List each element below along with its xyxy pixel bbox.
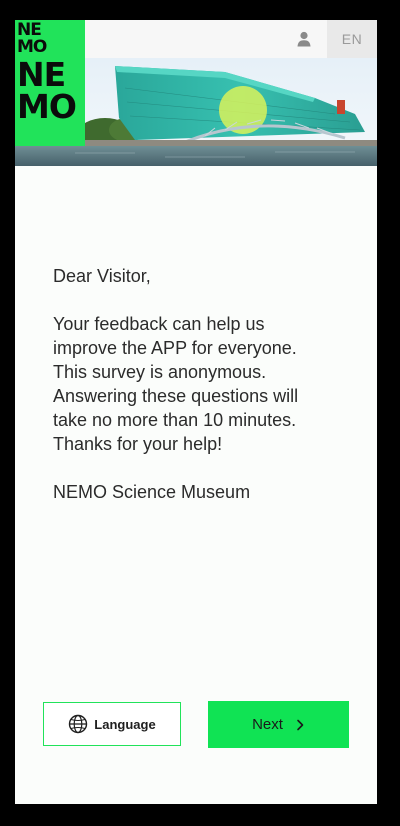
next-button[interactable]: Next (208, 701, 349, 748)
next-button-label: Next (252, 716, 283, 733)
survey-screen: EN NE MO NE MO Dear Visitor, Your feedba… (15, 20, 377, 804)
logo-row-2: MO (17, 37, 47, 57)
user-icon (297, 31, 311, 47)
intro-line: Your feedback can help us (53, 314, 265, 334)
intro-line: Thanks for your help! (53, 434, 223, 454)
language-button[interactable]: Language (43, 702, 181, 746)
greeting: Dear Visitor, (53, 266, 151, 286)
intro-text: Dear Visitor, Your feedback can help us … (53, 264, 363, 504)
chevron-right-icon (297, 719, 304, 730)
language-button-label: Language (94, 716, 156, 732)
nemo-logo: NE MO NE MO (15, 20, 85, 146)
logo-row-4: MO (17, 87, 77, 126)
language-code: EN (341, 31, 363, 47)
intro-line: improve the APP for everyone. (53, 338, 297, 358)
intro-body: Your feedback can help us improve the AP… (53, 312, 363, 456)
signature: NEMO Science Museum (53, 482, 251, 502)
intro-line: take no more than 10 minutes. (53, 410, 297, 430)
language-switch-button[interactable]: EN (327, 20, 377, 58)
intro-line: Answering these questions will (53, 386, 299, 406)
intro-line: This survey is anonymous. (53, 362, 267, 382)
user-button[interactable] (293, 28, 315, 50)
globe-icon (69, 714, 88, 734)
